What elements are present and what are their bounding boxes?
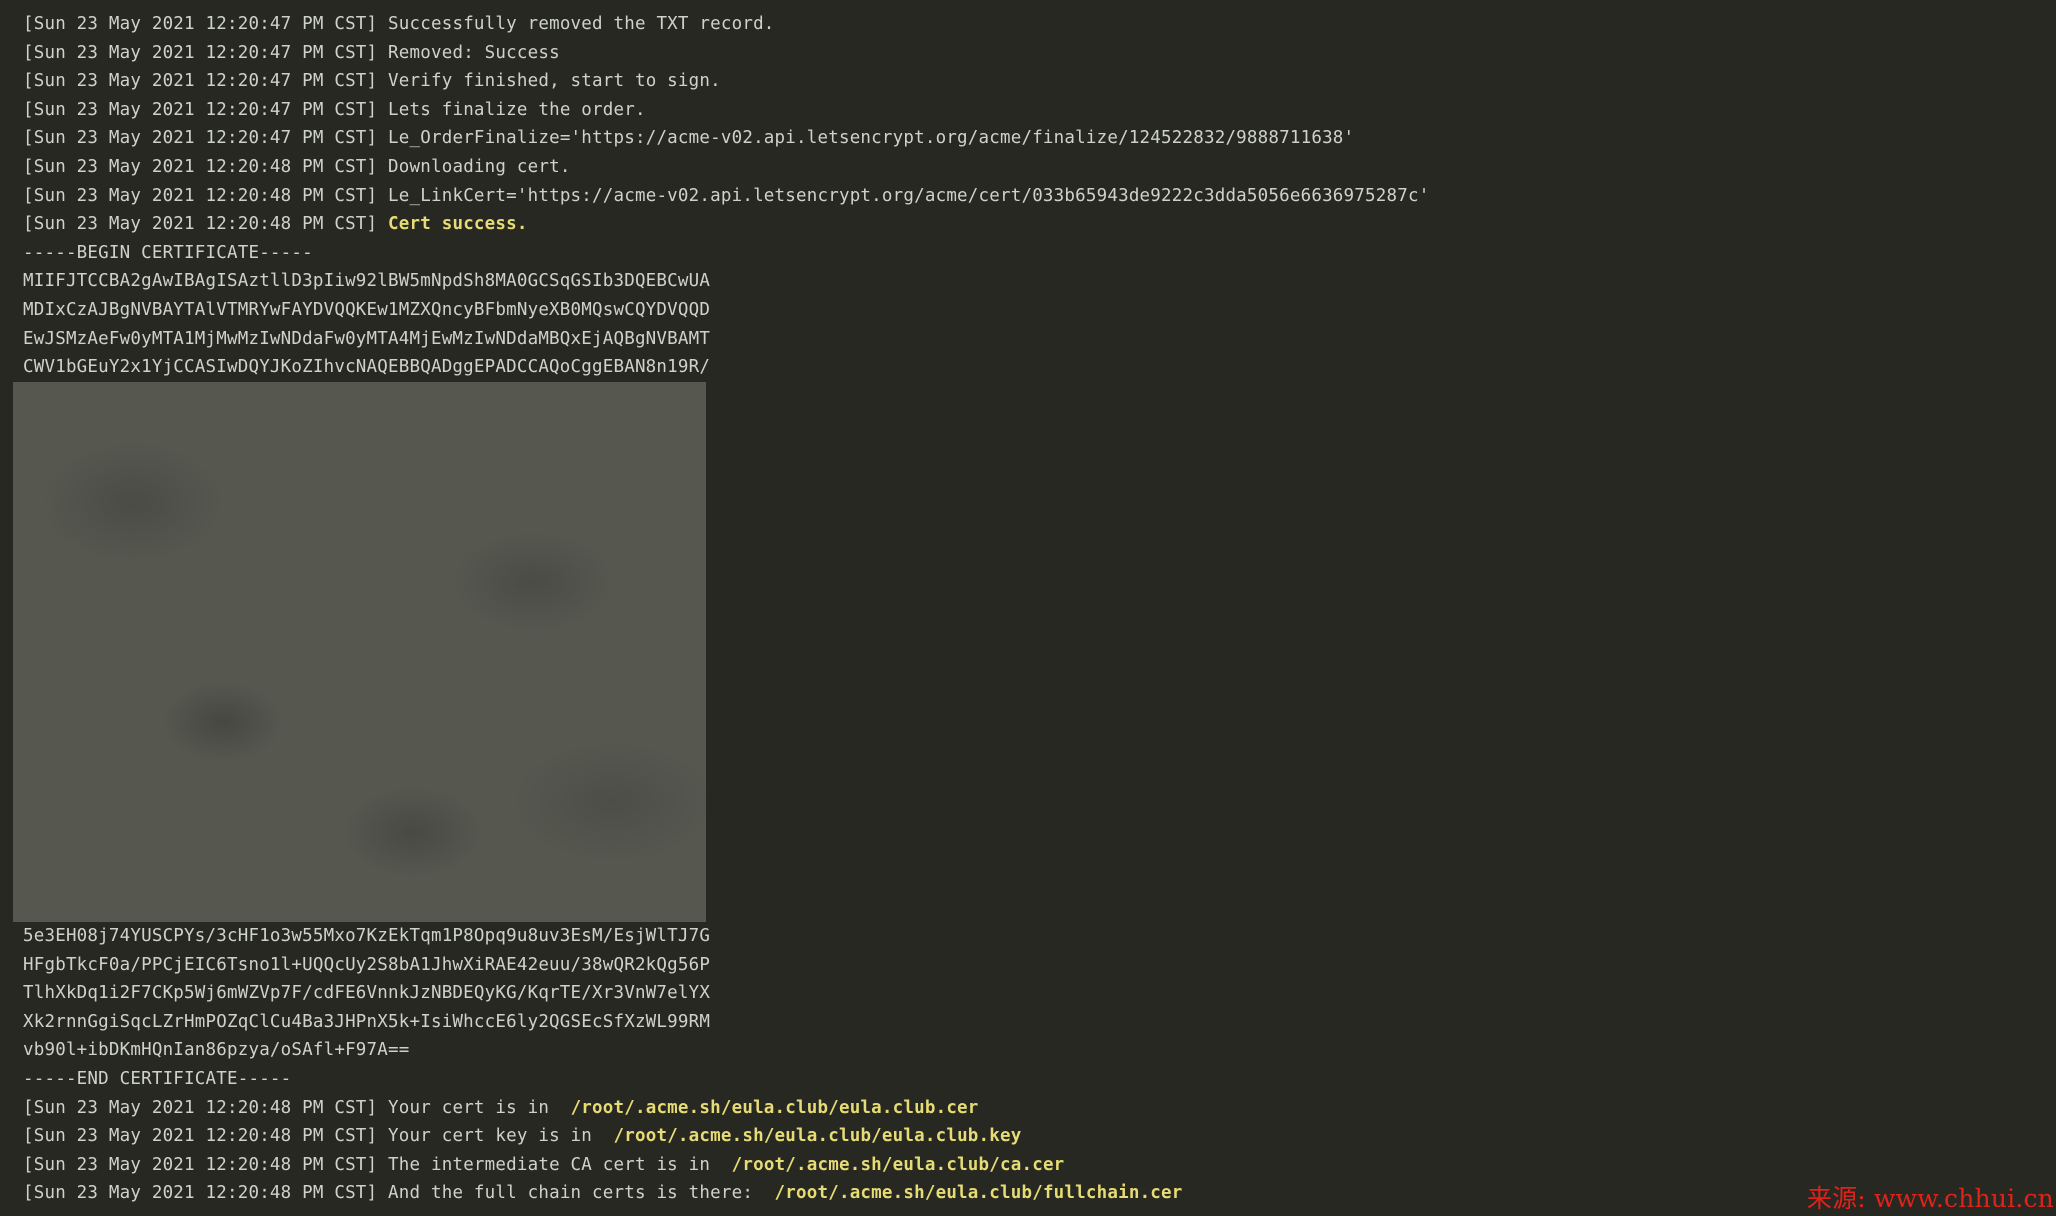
file-path: /root/.acme.sh/eula.club/eula.club.cer: [570, 1097, 979, 1118]
log-timestamp: [Sun 23 May 2021 12:20:48 PM CST]: [23, 214, 378, 235]
log-line: [Sun 23 May 2021 12:20:48 PM CST] Cert s…: [23, 210, 1429, 239]
cert-line: Xk2rnnGgiSqcLZrHmPOZqClCu4Ba3JHPnX5k+Isi…: [23, 1011, 711, 1032]
log-message: Downloading cert.: [388, 156, 571, 177]
cert-line: vb90l+ibDKmHQnIan86pzya/oSAfl+F97A==: [23, 1040, 410, 1061]
log-line: [Sun 23 May 2021 12:20:48 PM CST] Your c…: [23, 1094, 1183, 1123]
cert-line: 5e3EH08j74YUSCPYs/3cHF1o3w55Mxo7KzEkTqm1…: [23, 926, 711, 946]
file-path: /root/.acme.sh/eula.club/fullchain.cer: [774, 1183, 1183, 1204]
log-timestamp: [Sun 23 May 2021 12:20:48 PM CST]: [23, 1154, 378, 1175]
log-message: And the full chain certs is there:: [388, 1183, 775, 1204]
log-line: [Sun 23 May 2021 12:20:48 PM CST] The in…: [23, 1151, 1183, 1180]
terminal-output: [Sun 23 May 2021 12:20:47 PM CST] Succes…: [0, 0, 2056, 1216]
cert-line: TlhXkDq1i2F7CKp5Wj6mWZVp7F/cdFE6VnnkJzNB…: [23, 983, 711, 1004]
log-message: Successfully removed the TXT record.: [388, 14, 775, 34]
log-line: [Sun 23 May 2021 12:20:48 PM CST] And th…: [23, 1179, 1183, 1208]
log-line: [Sun 23 May 2021 12:20:48 PM CST] Your c…: [23, 1122, 1183, 1151]
log-line: [Sun 23 May 2021 12:20:47 PM CST] Verify…: [23, 67, 1429, 96]
log-message: The intermediate CA cert is in: [388, 1154, 732, 1175]
cert-line: EwJSMzAeFw0yMTA1MjMwMzIwNDdaFw0yMTA4MjEw…: [23, 328, 711, 349]
log-timestamp: [Sun 23 May 2021 12:20:48 PM CST]: [23, 1126, 378, 1147]
redacted-region: [13, 382, 706, 922]
cert-end-marker: -----END CERTIFICATE-----: [23, 1068, 292, 1089]
log-timestamp: [Sun 23 May 2021 12:20:47 PM CST]: [23, 99, 378, 120]
log-timestamp: [Sun 23 May 2021 12:20:48 PM CST]: [23, 185, 378, 206]
watermark-source: 来源: www.chhui.cn: [1806, 1184, 2054, 1213]
log-timestamp: [Sun 23 May 2021 12:20:47 PM CST]: [23, 14, 378, 34]
log-message: Lets finalize the order.: [388, 99, 646, 120]
file-path: /root/.acme.sh/eula.club/eula.club.key: [613, 1126, 1022, 1147]
file-path: /root/.acme.sh/eula.club/ca.cer: [731, 1154, 1065, 1175]
log-block-top: [Sun 23 May 2021 12:20:47 PM CST] Succes…: [23, 10, 1429, 382]
log-message: Verify finished, start to sign.: [388, 71, 721, 92]
log-line: [Sun 23 May 2021 12:20:47 PM CST] Le_Ord…: [23, 124, 1429, 153]
log-message: Removed: Success: [388, 42, 560, 63]
cert-begin-marker: -----BEGIN CERTIFICATE-----: [23, 242, 313, 263]
log-timestamp: [Sun 23 May 2021 12:20:47 PM CST]: [23, 128, 378, 149]
log-message: Le_OrderFinalize='https://acme-v02.api.l…: [388, 128, 1355, 149]
log-line: [Sun 23 May 2021 12:20:48 PM CST] Le_Lin…: [23, 182, 1429, 211]
log-timestamp: [Sun 23 May 2021 12:20:48 PM CST]: [23, 1097, 378, 1118]
log-message: Your cert key is in: [388, 1126, 614, 1147]
log-line: [Sun 23 May 2021 12:20:47 PM CST] Lets f…: [23, 96, 1429, 125]
cert-line: CWV1bGEuY2x1YjCCASIwDQYJKoZIhvcNAQEBBQAD…: [23, 357, 711, 378]
cert-line: MIIFJTCCBA2gAwIBAgISAztllD3pIiw92lBW5mNp…: [23, 271, 711, 292]
log-message: Your cert is in: [388, 1097, 571, 1118]
log-timestamp: [Sun 23 May 2021 12:20:47 PM CST]: [23, 42, 378, 63]
cert-line: MDIxCzAJBgNVBAYTAlVTMRYwFAYDVQQKEw1MZXQn…: [23, 299, 711, 320]
log-block-bottom: 5e3EH08j74YUSCPYs/3cHF1o3w55Mxo7KzEkTqm1…: [23, 922, 1183, 1208]
log-line: [Sun 23 May 2021 12:20:48 PM CST] Downlo…: [23, 153, 1429, 182]
log-line: [Sun 23 May 2021 12:20:47 PM CST] Succes…: [23, 10, 1429, 39]
log-line: [Sun 23 May 2021 12:20:47 PM CST] Remove…: [23, 39, 1429, 68]
log-success-message: Cert success.: [388, 214, 528, 235]
log-timestamp: [Sun 23 May 2021 12:20:48 PM CST]: [23, 156, 378, 177]
log-timestamp: [Sun 23 May 2021 12:20:47 PM CST]: [23, 71, 378, 92]
cert-line: HFgbTkcF0a/PPCjEIC6Tsno1l+UQQcUy2S8bA1Jh…: [23, 954, 711, 975]
log-timestamp: [Sun 23 May 2021 12:20:48 PM CST]: [23, 1183, 378, 1204]
log-message: Le_LinkCert='https://acme-v02.api.letsen…: [388, 185, 1430, 206]
